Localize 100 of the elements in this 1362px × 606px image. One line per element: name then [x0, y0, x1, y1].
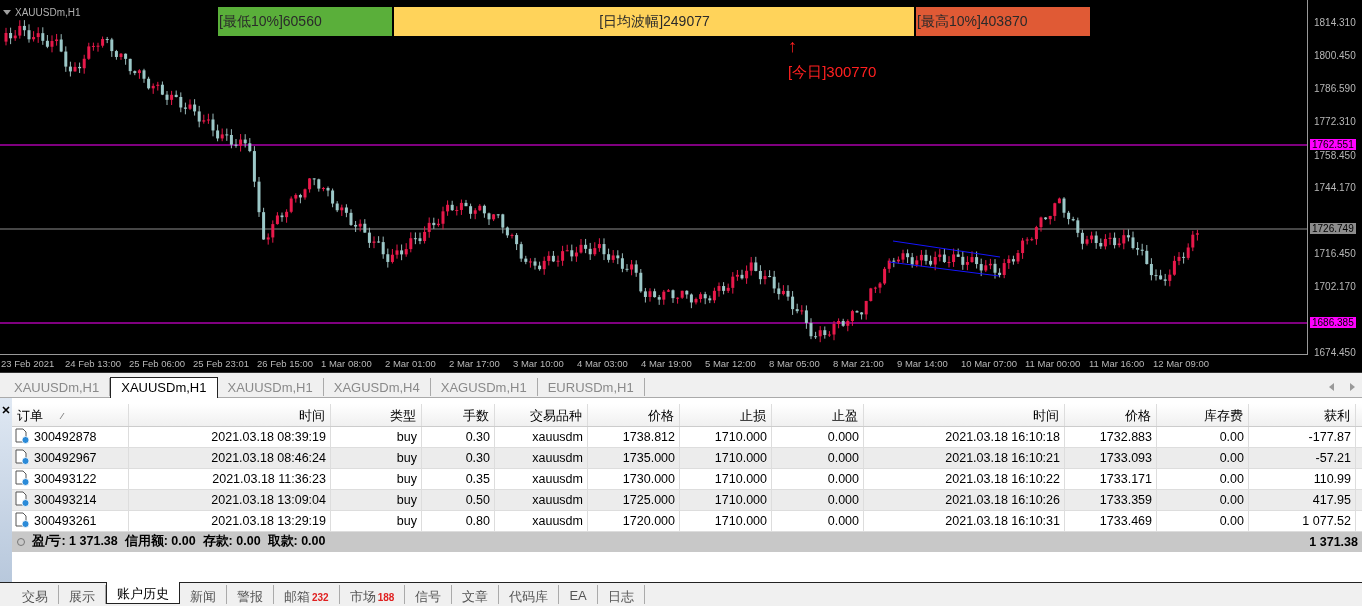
table-cell: 2021.03.18 16:10:22 — [945, 471, 1060, 486]
table-cell: 1735.000 — [622, 450, 675, 465]
price-level-label: 1686.385 — [1310, 317, 1356, 328]
table-cell: 1733.171 — [1099, 471, 1152, 486]
range-banner: [日均波幅]249077 — [394, 7, 914, 36]
price-tick: 1702.170 — [1314, 281, 1356, 292]
table-row[interactable]: 300493214 2021.03.18 13:09:04 buy 0.50 xauusdm 1725.000 1710.000 0.000 2021.03.18 16:10:26 1733.359 0.00 417.95 — [12, 489, 1362, 511]
column-header[interactable]: 止盈 — [772, 403, 864, 426]
column-header[interactable]: 获利 — [1249, 403, 1356, 426]
table-cell: 1733.359 — [1099, 492, 1152, 507]
column-header[interactable]: 手数 — [422, 403, 495, 426]
table-row[interactable]: 300492967 2021.03.18 08:46:24 buy 0.30 xauusdm 1735.000 1710.000 0.000 2021.03.18 16:10:21 1733.093 0.00 -57.21 — [12, 447, 1362, 469]
table-cell: 2021.03.18 16:10:31 — [945, 513, 1060, 528]
table-cell: 2021.03.18 16:10:21 — [945, 450, 1060, 465]
column-header[interactable]: 时间 — [129, 403, 331, 426]
column-header[interactable]: 订单 — [12, 403, 129, 426]
table-cell: buy — [396, 429, 417, 444]
range-banner: [最低10%]60560 — [218, 7, 392, 36]
summary-text: 盈/亏: 1 371.38 信用额: 0.00 存款: 0.00 取款: 0.00 — [32, 533, 326, 551]
chart-tab[interactable]: XAUUSDm,H1 — [110, 376, 218, 398]
price-tick: 1772.310 — [1314, 116, 1356, 127]
time-tick: 10 Mar 07:00 — [961, 358, 1018, 369]
caret-icon[interactable] — [3, 10, 11, 15]
column-header[interactable]: 时间 — [864, 403, 1065, 426]
time-tick: 5 Mar 12:00 — [705, 358, 757, 369]
table-row[interactable]: 300493122 2021.03.18 11:36:23 buy 0.35 xauusdm 1730.000 1710.000 0.000 2021.03.18 16:10:22 1733.171 0.00 110.99 — [12, 468, 1362, 490]
price-level-label: 1726.749 — [1310, 223, 1356, 234]
time-tick: 23 Feb 2021 — [1, 358, 56, 369]
table-cell: 0.30 — [465, 429, 490, 444]
table-cell-text: 300493122 — [34, 470, 97, 486]
table-cell: xauusdm — [532, 450, 583, 465]
table-cell: 0.00 — [1219, 513, 1244, 528]
table-cell: 1738.812 — [622, 429, 675, 444]
terminal-tab[interactable]: 文章 — [452, 585, 500, 605]
table-cell: 110.99 — [1313, 471, 1351, 486]
time-tick: 25 Feb 06:00 — [129, 358, 186, 369]
time-tick: 2 Mar 01:00 — [385, 358, 437, 369]
column-header[interactable]: 类型 — [331, 403, 422, 426]
table-cell: 0.000 — [827, 492, 859, 507]
table-cell: 1710.000 — [714, 513, 767, 528]
table-cell: 0.00 — [1219, 429, 1244, 444]
price-tick: 1674.450 — [1314, 347, 1356, 358]
table-cell: 2021.03.18 13:09:04 — [211, 492, 326, 507]
table-cell: buy — [396, 513, 417, 528]
table-cell: 0.50 — [465, 492, 490, 507]
order-icon — [14, 448, 30, 465]
terminal-tab[interactable]: 邮箱232 — [274, 585, 340, 605]
time-tick: 8 Mar 21:00 — [833, 358, 885, 369]
table-cell: 0.80 — [465, 513, 490, 528]
table-cell: 1710.000 — [714, 429, 767, 444]
terminal-tab[interactable]: 代码库 — [499, 585, 560, 605]
time-tick: 4 Mar 19:00 — [641, 358, 693, 369]
count-label: 232 — [312, 592, 329, 604]
time-tick: 2 Mar 17:00 — [449, 358, 501, 369]
table-cell-text: 300493261 — [34, 512, 97, 528]
table-cell: 0.000 — [827, 471, 859, 486]
table-cell: 1720.000 — [622, 513, 675, 528]
column-header[interactable]: 价格 — [1065, 403, 1157, 426]
terminal-tab[interactable]: 市场 188 — [339, 585, 406, 605]
terminal-tab[interactable]: 日志 — [597, 585, 645, 605]
column-header[interactable]: 止损 — [680, 403, 772, 426]
terminal-tab[interactable]: 新闻 — [180, 585, 227, 605]
terminal-tab[interactable]: EA — [559, 585, 598, 605]
table-cell: -57.21 — [1315, 450, 1351, 465]
today-label: [今日]300770 — [788, 63, 877, 82]
time-tick: 8 Mar 05:00 — [769, 358, 821, 369]
price-tick: 1800.450 — [1314, 50, 1356, 61]
chart-title: XAUUSDm,H1 — [3, 7, 81, 18]
table-cell: xauusdm — [532, 429, 583, 444]
time-tick: 4 Mar 03:00 — [577, 358, 629, 369]
order-icon — [14, 490, 30, 507]
table-cell: 0.00 — [1219, 450, 1244, 465]
table-row[interactable]: 300492878 2021.03.18 08:39:19 buy 0.30 xauusdm 1738.812 1710.000 0.000 2021.03.18 16:10:18 1732.883 0.00 -177.87 — [12, 426, 1362, 448]
time-tick: 3 Mar 10:00 — [513, 358, 565, 369]
terminal-tab[interactable]: 信号 — [405, 585, 453, 605]
column-header[interactable]: 库存费 — [1157, 403, 1249, 426]
column-header[interactable]: 价格 — [588, 403, 680, 426]
time-tick: 12 Mar 09:00 — [1153, 358, 1210, 369]
column-header[interactable]: 交易品种 — [495, 403, 588, 426]
table-cell: 1710.000 — [714, 492, 767, 507]
terminal-tab[interactable]: 交易 — [12, 585, 59, 605]
table-cell: 1725.000 — [622, 492, 675, 507]
price-tick: 1786.590 — [1314, 83, 1356, 94]
price-tick: 1716.450 — [1314, 248, 1356, 259]
table-cell: 0.35 — [465, 471, 490, 486]
close-icon[interactable] — [2, 405, 10, 414]
table-cell: 1732.883 — [1099, 429, 1152, 444]
table-cell: 1710.000 — [714, 450, 767, 465]
price-level-label: 1762.551 — [1310, 139, 1356, 150]
table-row[interactable]: 300493261 2021.03.18 13:29:19 buy 0.80 xauusdm 1720.000 1710.000 0.000 2021.03.18 16:10:31 1733.469 0.00 1 077.52 — [12, 510, 1362, 532]
today-arrow: ↑ — [788, 36, 797, 56]
time-tick: 26 Feb 15:00 — [257, 358, 314, 369]
table-cell: buy — [396, 450, 417, 465]
terminal-tab[interactable]: 账户历史 — [106, 582, 180, 605]
table-cell: 2021.03.18 11:36:23 — [212, 471, 326, 486]
terminal-tab[interactable]: 警报 — [227, 585, 274, 605]
table-cell: 2021.03.18 13:29:19 — [211, 513, 326, 528]
count-label: 188 — [377, 592, 395, 604]
table-cell: 0.000 — [827, 513, 859, 528]
price-tick: 1744.170 — [1314, 182, 1356, 193]
